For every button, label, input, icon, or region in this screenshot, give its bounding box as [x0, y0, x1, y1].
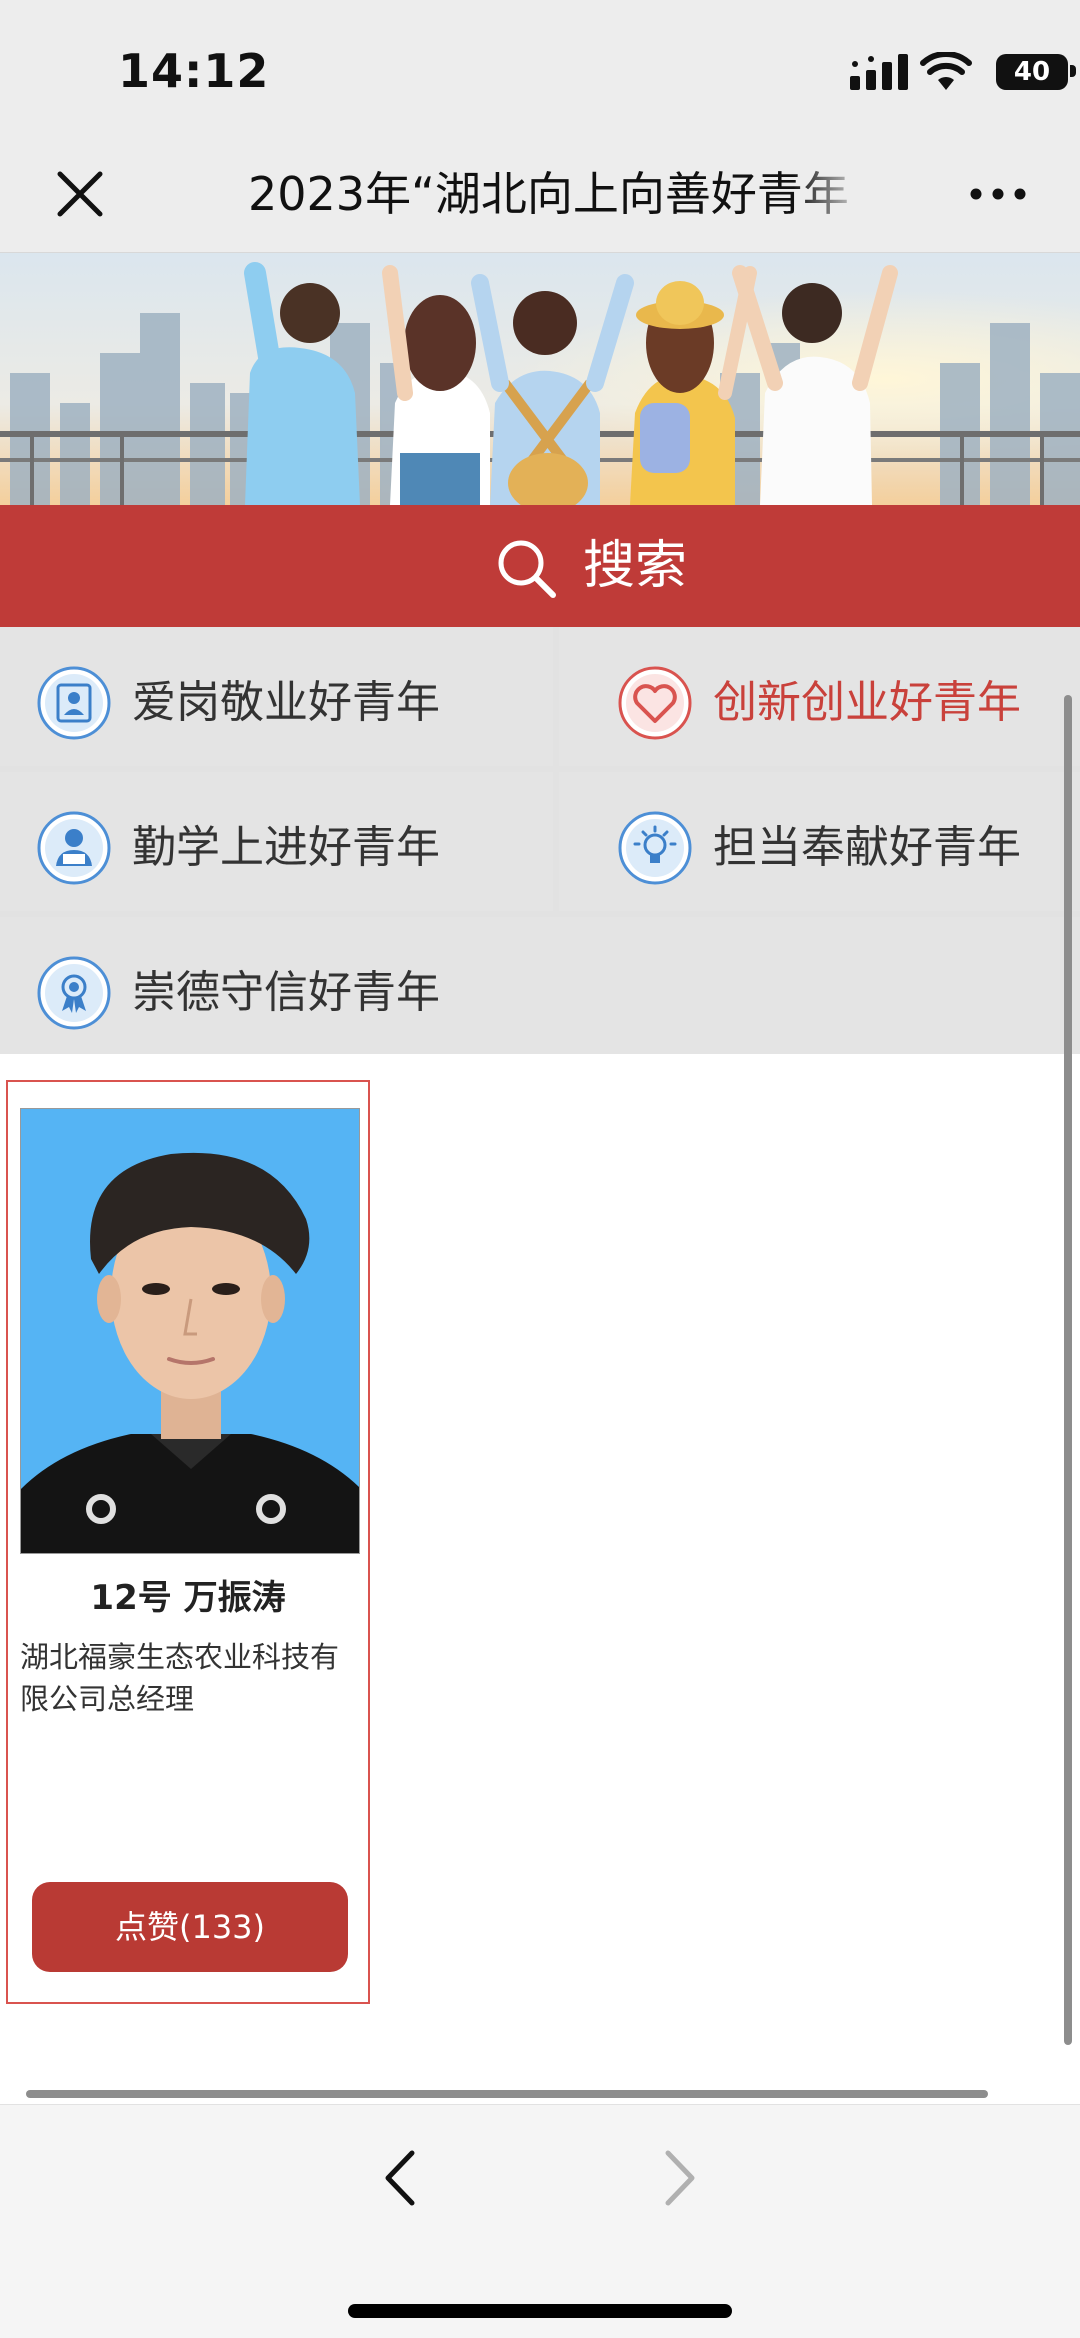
candidate-photo [20, 1108, 360, 1554]
banner-illustration [0, 253, 1080, 505]
category-label: 爱岗敬业好青年 [132, 677, 440, 728]
portrait-illustration [21, 1109, 359, 1553]
search-bar[interactable]: 搜索 [0, 505, 1080, 627]
wifi-icon [920, 52, 972, 90]
forward-arrow-icon[interactable] [658, 2145, 702, 2211]
back-arrow-icon[interactable] [378, 2145, 422, 2211]
page-title: 2023年“湖北向上向善好青年 [248, 167, 849, 221]
battery-icon: 40 [996, 54, 1068, 90]
battery-tip [1070, 65, 1076, 77]
category-qinxue[interactable]: 勤学上进好青年 [0, 772, 553, 911]
status-icons: 40 [780, 52, 1080, 92]
vertical-scrollbar[interactable] [1064, 695, 1072, 2045]
category-chongde[interactable]: 崇德守信好青年 [0, 917, 1080, 1054]
close-icon[interactable] [54, 168, 106, 220]
category-label: 创新创业好青年 [713, 677, 1021, 728]
medal-icon [37, 956, 111, 1030]
category-chuangxin[interactable]: 创新创业好青年 [559, 627, 1080, 766]
id-card-icon [37, 666, 111, 740]
candidate-card[interactable]: 12号 万振涛 湖北福豪生态农业科技有限公司总经理 点赞(133) [6, 1080, 370, 2004]
status-bar: 14:12 40 [0, 0, 1080, 140]
search-icon [498, 540, 556, 598]
signal-icon [850, 54, 908, 90]
more-icon[interactable] [970, 184, 1026, 204]
category-label: 勤学上进好青年 [132, 822, 440, 873]
category-grid: 爱岗敬业好青年 创新创业好青年 勤学上进好青年 担当奉献好青年 崇德守信好青年 [0, 627, 1080, 1054]
category-label: 崇德守信好青年 [132, 967, 440, 1018]
lightbulb-icon [618, 811, 692, 885]
banner-image [0, 253, 1080, 505]
student-icon [37, 811, 111, 885]
candidate-description: 湖北福豪生态农业科技有限公司总经理 [20, 1640, 340, 1716]
candidate-name: 12号 万振涛 [90, 1578, 286, 1618]
category-label: 担当奉献好青年 [713, 822, 1021, 873]
search-label: 搜索 [583, 536, 688, 596]
bottom-toolbar [0, 2104, 1080, 2338]
status-time: 14:12 [118, 44, 270, 98]
nav-bar: 2023年“湖北向上向善好青年 [0, 140, 1080, 253]
category-dandang[interactable]: 担当奉献好青年 [559, 772, 1080, 911]
like-button[interactable]: 点赞(133) [32, 1882, 348, 1972]
heart-icon [618, 666, 692, 740]
horizontal-scrollbar[interactable] [26, 2090, 988, 2098]
home-indicator [348, 2304, 732, 2318]
category-aigang[interactable]: 爱岗敬业好青年 [0, 627, 553, 766]
